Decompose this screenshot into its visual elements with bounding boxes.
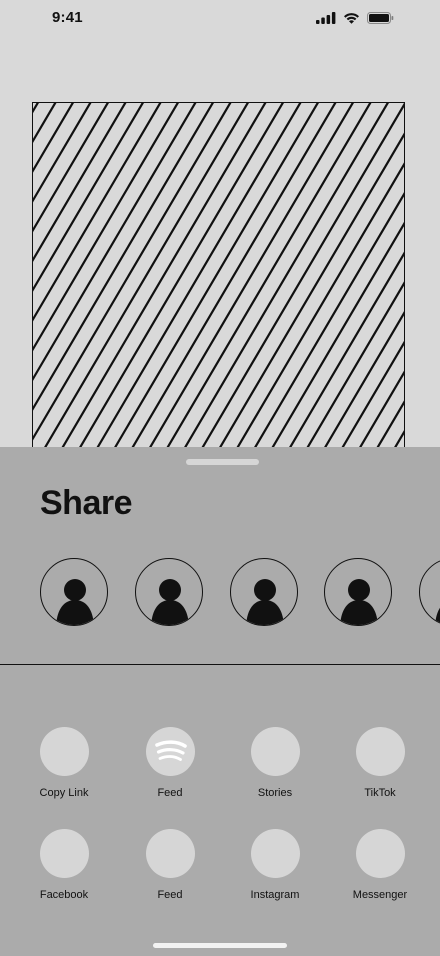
share-app-label: Facebook (39, 889, 89, 901)
share-app-instagram[interactable]: Instagram (230, 829, 320, 901)
person-icon (340, 579, 379, 625)
hatch-line (91, 103, 302, 456)
status-icons (316, 12, 394, 24)
sheet-title: Share (40, 484, 133, 522)
hatch-line (178, 103, 389, 456)
share-app-label: TikTok (364, 787, 396, 799)
wifi-icon (344, 13, 359, 24)
sheet-grabber[interactable] (186, 459, 259, 465)
share-app-label: Copy Link (39, 787, 89, 799)
battery-icon (367, 12, 394, 24)
hatch-line (143, 103, 354, 456)
image-placeholder-icon (33, 103, 404, 456)
instagram-icon (250, 829, 300, 878)
cellular-signal-icon (316, 12, 336, 24)
share-sheet: Share Copy Link Feed Stories TikTok Facebook… (0, 447, 440, 956)
tiktok-icon (355, 727, 405, 776)
person-icon (435, 608, 440, 625)
share-app-label: Messenger (352, 889, 408, 901)
spotify-icon (145, 727, 195, 776)
hatch-line (38, 103, 249, 456)
contact-avatar[interactable] (134, 558, 203, 626)
contact-avatar[interactable] (419, 558, 440, 626)
person-icon (150, 579, 189, 625)
hatch-line (33, 103, 127, 262)
person-icon (56, 579, 94, 625)
share-app-label: Feed (157, 889, 183, 901)
divider (0, 664, 440, 665)
hatch-line (33, 103, 232, 441)
contacts-row[interactable] (40, 558, 440, 628)
person-icon (245, 579, 284, 625)
share-app-label: Feed (157, 787, 183, 799)
status-bar: 9:41 (0, 0, 440, 40)
share-app-messenger[interactable]: Messenger (335, 829, 425, 901)
share-app-tiktok[interactable]: TikTok (335, 727, 425, 799)
home-indicator[interactable] (153, 943, 287, 948)
share-app-facebook[interactable]: Facebook (19, 829, 109, 901)
share-app-label: Instagram (250, 889, 300, 901)
hatch-line (126, 103, 337, 456)
hatch-line (73, 103, 284, 456)
share-app-feed[interactable]: Feed (125, 727, 215, 799)
hatch-line (108, 103, 319, 456)
stories-icon (250, 727, 300, 776)
copy-link-icon (39, 727, 89, 776)
contact-avatar[interactable] (324, 558, 393, 626)
hatch-line (336, 340, 404, 456)
contact-avatar[interactable] (229, 558, 298, 626)
share-app-feed[interactable]: Feed (125, 829, 215, 901)
hatch-line (161, 103, 372, 456)
hatch-line (56, 103, 267, 456)
status-time: 9:41 (52, 9, 83, 26)
facebook-icon (39, 829, 89, 878)
share-app-stories[interactable]: Stories (230, 727, 320, 799)
hatch-line (213, 132, 404, 456)
image-preview (32, 102, 405, 457)
contact-avatar[interactable] (40, 558, 108, 626)
share-app-copy-link[interactable]: Copy Link (19, 727, 109, 799)
share-app-label: Stories (257, 787, 293, 799)
messenger-icon (355, 829, 405, 878)
feed-icon (145, 829, 195, 878)
